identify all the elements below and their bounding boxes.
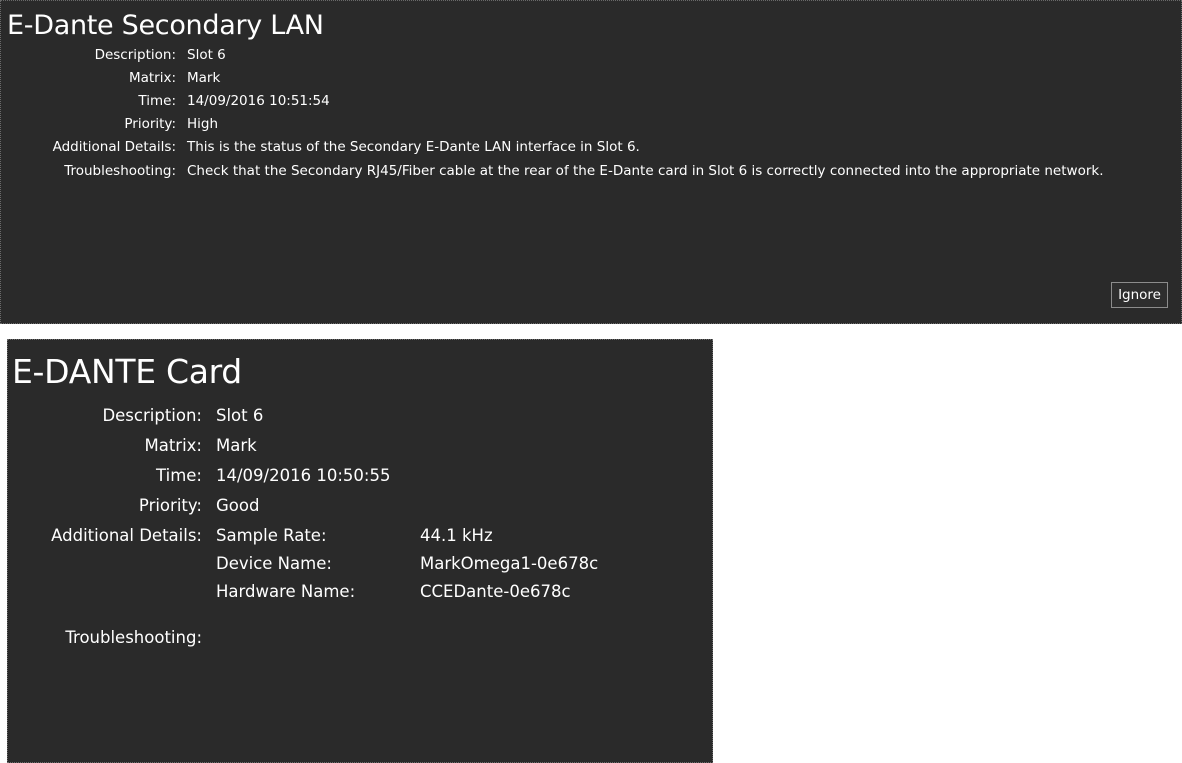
detail-value: CCEDante-0e678c [420,582,571,601]
alert-panel-edante-card: E-DANTE Card Description: Slot 6 Matrix:… [7,339,713,763]
priority-label: Priority: [138,496,202,515]
description-label: Description: [94,47,176,63]
description-value: Slot 6 [216,406,264,425]
troubleshooting-label: Troubleshooting: [65,628,202,647]
alert-title: E-DANTE Card [12,352,242,391]
time-value: 14/09/2016 10:50:55 [216,466,391,485]
time-label: Time: [156,466,202,485]
detail-value: 44.1 kHz [420,526,493,545]
matrix-label: Matrix: [128,70,176,86]
ignore-button[interactable]: Ignore [1111,282,1168,308]
alert-panel-secondary-lan: E-Dante Secondary LAN Description: Slot … [0,0,1182,324]
priority-value: High [187,116,219,132]
matrix-label: Matrix: [144,436,202,455]
detail-value: MarkOmega1-0e678c [420,554,599,573]
matrix-value: Mark [187,70,221,86]
detail-key: Hardware Name: [216,582,356,601]
priority-value: Good [216,496,260,515]
time-value: 14/09/2016 10:51:54 [187,93,330,109]
troubleshooting-value: Check that the Secondary RJ45/Fiber cabl… [187,163,1104,179]
additional-details-label: Additional Details: [51,526,202,545]
troubleshooting-label: Troubleshooting: [64,163,176,179]
description-label: Description: [102,406,202,425]
additional-details-value: This is the status of the Secondary E-Da… [187,139,640,155]
time-label: Time: [138,93,176,109]
alert-title: E-Dante Secondary LAN [7,10,324,41]
description-value: Slot 6 [187,47,226,63]
matrix-value: Mark [216,436,257,455]
priority-label: Priority: [124,116,176,132]
detail-key: Device Name: [216,554,332,573]
additional-details-label: Additional Details: [52,139,176,155]
detail-key: Sample Rate: [216,526,327,545]
